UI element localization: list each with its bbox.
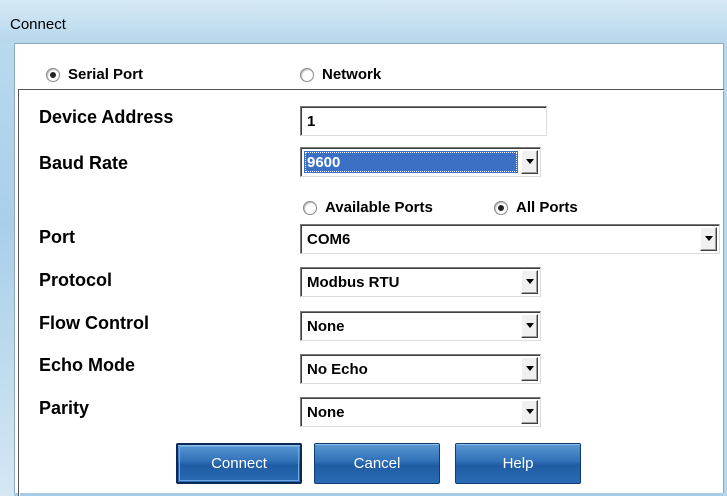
connect-dialog: Connect Serial Port Network Device Addre… xyxy=(0,0,727,496)
radio-checked-icon xyxy=(494,200,508,215)
parity-value: None xyxy=(307,403,345,421)
dialog-client-area: Serial Port Network Device Address 1 Bau… xyxy=(14,43,724,496)
network-radio[interactable]: Network xyxy=(300,66,381,83)
protocol-select[interactable]: Modbus RTU xyxy=(300,267,541,297)
all-ports-radio[interactable]: All Ports xyxy=(494,199,578,216)
chevron-down-icon[interactable] xyxy=(700,227,717,251)
baud-rate-value: 9600 xyxy=(304,151,518,173)
available-ports-label: Available Ports xyxy=(325,199,433,216)
flow-control-select[interactable]: None xyxy=(300,311,541,341)
device-address-input[interactable]: 1 xyxy=(300,106,547,136)
parity-label: Parity xyxy=(39,398,90,418)
cancel-button[interactable]: Cancel xyxy=(314,443,440,484)
all-ports-label: All Ports xyxy=(516,199,578,216)
baud-rate-select[interactable]: 9600 xyxy=(300,147,541,177)
network-label: Network xyxy=(322,66,382,83)
available-ports-radio[interactable]: Available Ports xyxy=(303,199,433,216)
connect-button[interactable]: Connect xyxy=(176,443,302,484)
chevron-down-icon[interactable] xyxy=(521,357,538,381)
chevron-down-icon[interactable] xyxy=(521,270,538,294)
flow-control-value: None xyxy=(307,317,345,335)
flow-control-label: Flow Control xyxy=(39,313,149,333)
radio-unchecked-icon xyxy=(303,200,317,215)
protocol-label: Protocol xyxy=(39,270,113,290)
echo-mode-value: No Echo xyxy=(307,360,368,378)
help-button[interactable]: Help xyxy=(455,443,581,484)
radio-unchecked-icon xyxy=(300,67,314,82)
port-select[interactable]: COM6 xyxy=(300,224,720,254)
chevron-down-icon[interactable] xyxy=(521,314,538,338)
port-value: COM6 xyxy=(307,230,351,248)
port-label: Port xyxy=(39,227,75,247)
device-address-label: Device Address xyxy=(39,107,174,127)
serial-port-radio[interactable]: Serial Port xyxy=(46,66,143,83)
radio-checked-icon xyxy=(46,67,60,82)
chevron-down-icon[interactable] xyxy=(521,400,538,424)
title-bar[interactable]: Connect xyxy=(0,0,727,44)
chevron-down-icon[interactable] xyxy=(521,150,538,174)
baud-rate-label: Baud Rate xyxy=(39,153,129,173)
protocol-value: Modbus RTU xyxy=(307,273,400,291)
parity-select[interactable]: None xyxy=(300,397,541,427)
window-title: Connect xyxy=(10,16,66,33)
echo-mode-label: Echo Mode xyxy=(39,355,136,375)
device-address-value: 1 xyxy=(307,112,316,130)
window-frame-left xyxy=(0,44,14,496)
serial-port-label: Serial Port xyxy=(68,66,144,83)
echo-mode-select[interactable]: No Echo xyxy=(300,354,541,384)
